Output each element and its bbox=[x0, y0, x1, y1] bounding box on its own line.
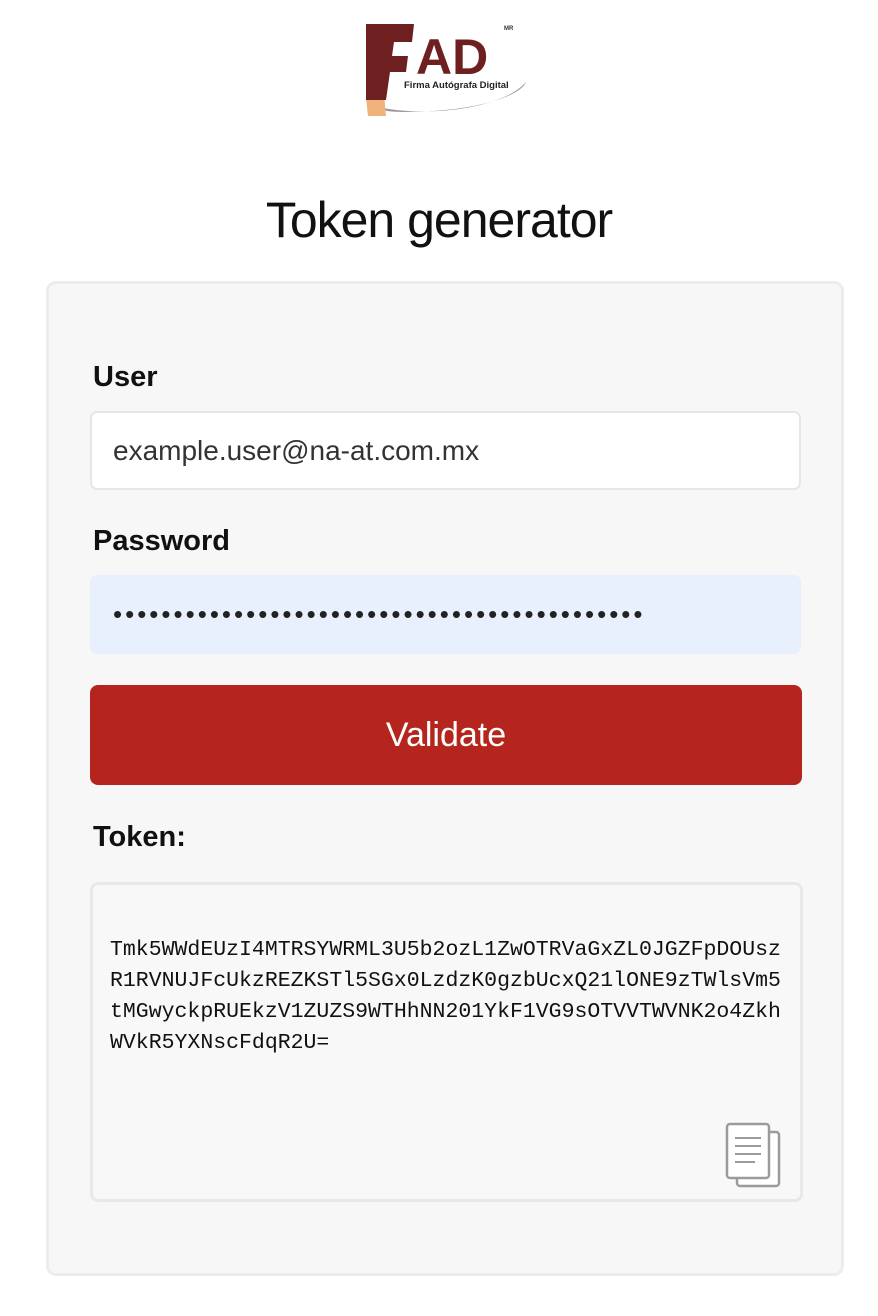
token-label: Token: bbox=[93, 821, 186, 853]
user-label: User bbox=[93, 361, 158, 393]
token-generator-card: User Password Validate Token: Tmk5WWdEUz… bbox=[46, 281, 844, 1276]
svg-text:MR: MR bbox=[504, 26, 514, 32]
password-label: Password bbox=[93, 525, 230, 557]
svg-text:Firma Autógrafa Digital: Firma Autógrafa Digital bbox=[404, 80, 509, 91]
page-title: Token generator bbox=[265, 192, 613, 248]
token-output: Tmk5WWdEUzI4MTRSYWRML3U5b2ozL1ZwOTRVaGxZ… bbox=[90, 882, 803, 1202]
logo-letters: AD bbox=[416, 29, 488, 85]
validate-button[interactable]: Validate bbox=[90, 685, 802, 785]
password-input[interactable] bbox=[90, 575, 801, 654]
user-input[interactable] bbox=[90, 411, 801, 490]
token-value: Tmk5WWdEUzI4MTRSYWRML3U5b2ozL1ZwOTRVaGxZ… bbox=[110, 938, 781, 1055]
fad-logo: AD MR Firma Autógrafa Digital bbox=[362, 20, 528, 116]
copy-icon[interactable] bbox=[725, 1122, 783, 1190]
